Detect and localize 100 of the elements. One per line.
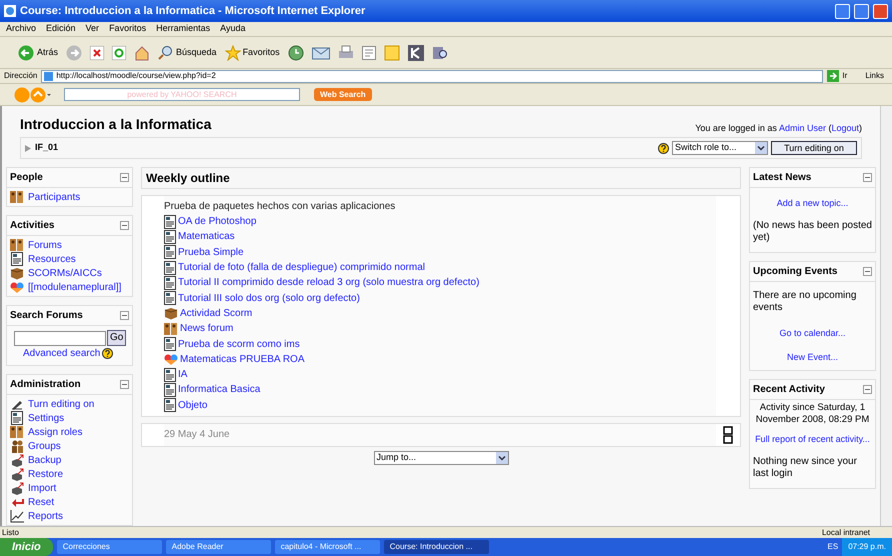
taskbar-button[interactable]: Correcciones — [56, 540, 162, 554]
taskbar-button[interactable]: Adobe Reader — [166, 540, 271, 554]
home-icon[interactable] — [134, 44, 150, 60]
minimize-button[interactable] — [835, 4, 850, 18]
people-icon — [10, 425, 24, 439]
search-button[interactable]: Búsqueda — [158, 44, 217, 60]
document-icon — [11, 252, 23, 266]
collapse-icon[interactable] — [863, 173, 872, 182]
address-field[interactable]: http://localhost/moodle/course/view.php?id=2 — [41, 70, 824, 82]
user-link[interactable]: Admin User — [778, 122, 826, 132]
sidebar-link[interactable]: Import — [28, 480, 56, 496]
go-arrow-icon — [827, 70, 840, 82]
activity-link[interactable]: OA de Photoshop — [178, 214, 256, 230]
hearts-icon — [164, 354, 178, 365]
activity-link[interactable]: Prueba Simple — [178, 244, 244, 260]
people-icon — [10, 238, 24, 252]
block-text: There are no upcoming events — [753, 290, 858, 314]
sidebar-link[interactable]: Groups — [28, 438, 61, 454]
collapse-icon[interactable] — [120, 173, 129, 182]
taskbar-button[interactable]: Course: Introduccion ... — [384, 540, 489, 554]
go-button[interactable]: Ir — [827, 70, 862, 82]
activity-link[interactable]: Tutorial III solo dos org (solo org defecto) — [178, 290, 360, 306]
scrollbar[interactable] — [880, 106, 892, 526]
logout-link[interactable]: Logout — [831, 122, 859, 132]
role-dropdown[interactable]: Switch role to... — [672, 141, 768, 155]
block-link[interactable]: New Event... — [786, 352, 838, 362]
show-all-weeks-icon[interactable] — [723, 426, 733, 444]
research-icon[interactable] — [432, 44, 448, 60]
taskbar-button[interactable]: capitulo4 - Microsoft ... — [274, 540, 380, 554]
turn-editing-on-button[interactable]: Turn editing on — [771, 141, 857, 155]
menu-item[interactable]: Ayuda — [220, 22, 246, 36]
activity-link[interactable]: Prueba de scorm como ims — [178, 336, 300, 352]
activity-link[interactable]: Matematicas PRUEBA ROA — [180, 352, 304, 367]
k-logo-icon[interactable] — [408, 44, 424, 60]
box-arrow-icon — [10, 482, 24, 494]
collapse-icon[interactable] — [120, 221, 129, 230]
week-dates: 29 May 4 June — [164, 424, 716, 446]
caret-icon — [496, 452, 508, 464]
sidebar-link[interactable]: Forums — [28, 238, 62, 252]
menu-item[interactable]: Favoritos — [109, 22, 146, 36]
menu-item[interactable]: Herramientas — [156, 22, 210, 36]
document-icon — [11, 411, 23, 425]
close-button[interactable] — [873, 4, 888, 18]
edit-document-icon[interactable] — [362, 46, 376, 60]
sidebar-link[interactable]: Backup — [28, 452, 62, 468]
block-link[interactable]: Full report of recent activity... — [755, 434, 870, 444]
language-indicator[interactable]: ES — [828, 541, 838, 553]
favorites-button[interactable]: Favoritos — [224, 44, 280, 60]
printer-icon[interactable] — [338, 44, 354, 60]
menu-item[interactable]: Ver — [86, 22, 100, 36]
mail-icon[interactable] — [312, 46, 330, 60]
help-icon[interactable] — [658, 142, 669, 154]
activity-link[interactable]: News forum — [180, 321, 234, 336]
breadcrumb[interactable]: IF_01 — [35, 141, 58, 155]
sidebar-link[interactable]: Settings — [28, 410, 64, 426]
sidebar-link[interactable]: Resources — [28, 252, 76, 266]
go-button[interactable]: Go — [107, 330, 126, 346]
sidebar-link[interactable]: Reports — [28, 508, 64, 524]
activity-link[interactable]: Tutorial II comprimido desde reload 3 org (solo muestra org defecto) — [178, 275, 480, 290]
stop-icon[interactable] — [90, 46, 104, 60]
activity-link[interactable]: IA — [178, 367, 188, 382]
search-field[interactable] — [14, 330, 106, 346]
history-icon[interactable] — [288, 44, 304, 60]
activity-link[interactable]: Tutorial de foto (falla de despliegue) comprimido normal — [178, 260, 425, 276]
maximize-button[interactable] — [854, 4, 869, 18]
star-icon — [224, 44, 241, 60]
sidebar-link[interactable]: Participants — [28, 190, 80, 204]
triangle-icon — [25, 144, 31, 152]
collapse-icon[interactable] — [863, 385, 872, 394]
block-title: People — [10, 171, 43, 185]
sidebar-link[interactable]: [[modulenameplural]] — [28, 280, 122, 294]
menu-item[interactable]: Edición — [46, 22, 76, 36]
refresh-icon[interactable] — [112, 46, 126, 60]
activity-link[interactable]: Actividad Scorm — [180, 306, 252, 321]
start-button[interactable]: Inicio — [0, 538, 53, 556]
sidebar-link[interactable]: SCORMs/AICCs — [28, 266, 102, 280]
activity-link[interactable]: Matematicas — [178, 229, 235, 244]
pencil-icon — [10, 398, 24, 410]
collapse-icon[interactable] — [863, 267, 872, 276]
activity-link[interactable]: Objeto — [178, 398, 208, 413]
sidebar-link[interactable]: Turn editing on — [28, 396, 94, 412]
activity-link[interactable]: Informatica Basica — [178, 382, 260, 398]
sidebar-link[interactable]: Reset — [28, 494, 54, 510]
back-button[interactable]: Atrás — [18, 44, 58, 60]
sidebar-link[interactable]: Assign roles — [28, 424, 82, 440]
advanced-search-link[interactable]: Advanced search — [23, 346, 100, 361]
collapse-icon[interactable] — [120, 380, 129, 389]
yahoo-search-field[interactable]: powered by YAHOO! SEARCH — [64, 88, 300, 101]
help-icon[interactable] — [102, 348, 114, 359]
sidebar-link[interactable]: Restore — [28, 466, 64, 482]
menu-item[interactable]: Archivo — [6, 22, 36, 36]
block-link[interactable]: Add a new topic... — [776, 198, 848, 208]
block-title: Activities — [10, 219, 54, 233]
block-link[interactable]: Go to calendar... — [779, 328, 846, 338]
zone-text: Local intranet — [822, 526, 871, 538]
box-arrow-icon — [10, 468, 24, 480]
links-label[interactable]: Links — [865, 70, 888, 82]
collapse-icon[interactable] — [120, 311, 129, 320]
address-label: Dirección — [4, 70, 38, 82]
jump-to-dropdown[interactable]: Jump to... — [374, 450, 508, 465]
